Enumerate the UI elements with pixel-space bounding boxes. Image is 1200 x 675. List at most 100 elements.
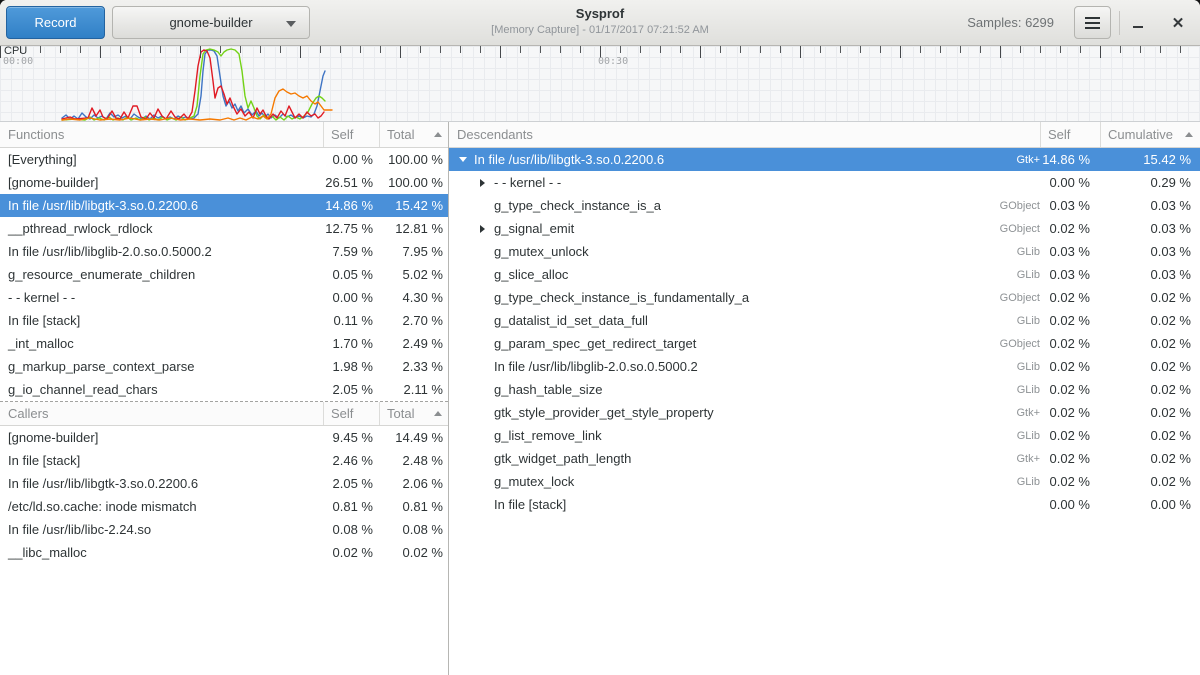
table-row[interactable]: - - kernel - - 0.00 % 0.29 %	[449, 171, 1200, 194]
minimize-button[interactable]	[1126, 13, 1150, 33]
window-subtitle: [Memory Capture] - 01/17/2017 07:21:52 A…	[320, 24, 880, 36]
total-value: 0.02 %	[379, 545, 448, 560]
table-row[interactable]: In file [stack] 0.11 % 2.70 %	[0, 309, 448, 332]
cumulative-value: 15.42 %	[1100, 152, 1200, 167]
table-row[interactable]: g_mutex_lock GLib 0.02 % 0.02 %	[449, 470, 1200, 493]
table-row[interactable]: g_datalist_id_set_data_full GLib 0.02 % …	[449, 309, 1200, 332]
library-tag: GLib	[945, 246, 1040, 258]
table-row[interactable]: In file [stack] 2.46 % 2.48 %	[0, 449, 448, 472]
descendant-name: In file /usr/lib/libglib-2.0.so.0.5000.2	[494, 359, 945, 374]
self-value: 0.11 %	[323, 313, 379, 328]
function-name: g_io_channel_read_chars	[0, 382, 323, 397]
table-row[interactable]: In file /usr/lib/libgtk-3.so.0.2200.6 Gt…	[449, 148, 1200, 171]
table-row[interactable]: _int_malloc 1.70 % 2.49 %	[0, 332, 448, 355]
self-value: 0.03 %	[1040, 267, 1100, 282]
table-row[interactable]: In file /usr/lib/libglib-2.0.so.0.5000.2…	[449, 355, 1200, 378]
table-row[interactable]: g_markup_parse_context_parse 1.98 % 2.33…	[0, 355, 448, 378]
table-row[interactable]: In file /usr/lib/libgtk-3.so.0.2200.6 2.…	[0, 472, 448, 495]
table-row[interactable]: g_type_check_instance_is_a GObject 0.03 …	[449, 194, 1200, 217]
time-label-start: 00:00	[3, 56, 33, 67]
self-value: 0.02 %	[1040, 221, 1100, 236]
library-tag: GLib	[945, 315, 1040, 327]
functions-column-header[interactable]: Functions	[0, 122, 323, 147]
table-row[interactable]: __libc_malloc 0.02 % 0.02 %	[0, 541, 448, 564]
total-value: 2.06 %	[379, 476, 448, 491]
menu-button[interactable]	[1074, 6, 1111, 39]
caller-name: In file [stack]	[0, 453, 323, 468]
total-column-header[interactable]: Total	[379, 122, 448, 147]
function-name: g_markup_parse_context_parse	[0, 359, 323, 374]
total-value: 12.81 %	[379, 221, 448, 236]
close-button[interactable]: ✕	[1166, 13, 1190, 33]
table-row[interactable]: g_io_channel_read_chars 2.05 % 2.11 %	[0, 378, 448, 401]
descendant-name: g_mutex_lock	[494, 474, 945, 489]
descendant-name: g_param_spec_get_redirect_target	[494, 336, 945, 351]
total-value: 4.30 %	[379, 290, 448, 305]
table-row[interactable]: g_type_check_instance_is_fundamentally_a…	[449, 286, 1200, 309]
callers-column-header[interactable]: Callers	[0, 402, 323, 425]
function-name: __pthread_rwlock_rdlock	[0, 221, 323, 236]
process-selector-label: gnome-builder	[169, 15, 252, 30]
descendant-name: g_mutex_unlock	[494, 244, 945, 259]
self-value: 0.05 %	[323, 267, 379, 282]
table-row[interactable]: gtk_style_provider_get_style_property Gt…	[449, 401, 1200, 424]
table-row[interactable]: g_mutex_unlock GLib 0.03 % 0.03 %	[449, 240, 1200, 263]
table-row[interactable]: - - kernel - - 0.00 % 4.30 %	[0, 286, 448, 309]
self-column-header[interactable]: Self	[323, 402, 379, 425]
table-row[interactable]: g_resource_enumerate_children 0.05 % 5.0…	[0, 263, 448, 286]
left-pane: Functions Self Total [Everything] 0.00 %…	[0, 122, 448, 675]
library-tag: GObject	[945, 223, 1040, 235]
table-row[interactable]: gtk_widget_path_length Gtk+ 0.02 % 0.02 …	[449, 447, 1200, 470]
table-row[interactable]: In file /usr/lib/libc-2.24.so 0.08 % 0.0…	[0, 518, 448, 541]
cumulative-column-header[interactable]: Cumulative	[1100, 122, 1200, 147]
expander-icon[interactable]	[475, 225, 490, 233]
library-tag: Gtk+	[945, 453, 1040, 465]
caller-name: In file /usr/lib/libgtk-3.so.0.2200.6	[0, 476, 323, 491]
table-row[interactable]: [gnome-builder] 26.51 % 100.00 %	[0, 171, 448, 194]
total-value: 2.49 %	[379, 336, 448, 351]
function-name: - - kernel - -	[0, 290, 323, 305]
table-row[interactable]: g_list_remove_link GLib 0.02 % 0.02 %	[449, 424, 1200, 447]
self-value: 7.59 %	[323, 244, 379, 259]
function-name: In file /usr/lib/libglib-2.0.so.0.5000.2	[0, 244, 323, 259]
record-button[interactable]: Record	[6, 6, 105, 39]
total-value: 0.81 %	[379, 499, 448, 514]
self-value: 2.46 %	[323, 453, 379, 468]
total-column-header[interactable]: Total	[379, 402, 448, 425]
cumulative-value: 0.02 %	[1100, 428, 1200, 443]
total-value: 5.02 %	[379, 267, 448, 282]
self-value: 0.02 %	[1040, 359, 1100, 374]
cpu-graph[interactable]: CPU 00:00 00:30	[0, 46, 1200, 122]
right-pane: Descendants Self Cumulative In file /usr…	[449, 122, 1200, 675]
table-row[interactable]: g_signal_emit GObject 0.02 % 0.03 %	[449, 217, 1200, 240]
expander-icon[interactable]	[475, 179, 490, 187]
table-row[interactable]: In file [stack] 0.00 % 0.00 %	[449, 493, 1200, 516]
hamburger-menu-icon	[1085, 17, 1100, 29]
self-value: 0.02 %	[1040, 451, 1100, 466]
table-row[interactable]: g_param_spec_get_redirect_target GObject…	[449, 332, 1200, 355]
cumulative-value: 0.02 %	[1100, 359, 1200, 374]
total-value: 100.00 %	[379, 152, 448, 167]
table-row[interactable]: [Everything] 0.00 % 100.00 %	[0, 148, 448, 171]
self-column-header[interactable]: Self	[1040, 122, 1100, 147]
table-row[interactable]: __pthread_rwlock_rdlock 12.75 % 12.81 %	[0, 217, 448, 240]
table-row[interactable]: In file /usr/lib/libglib-2.0.so.0.5000.2…	[0, 240, 448, 263]
process-selector-dropdown[interactable]: gnome-builder	[112, 6, 310, 39]
sort-ascending-icon	[1185, 132, 1193, 137]
descendant-name: gtk_style_provider_get_style_property	[494, 405, 945, 420]
self-value: 0.00 %	[323, 290, 379, 305]
sort-ascending-icon	[434, 411, 442, 416]
table-row[interactable]: In file /usr/lib/libgtk-3.so.0.2200.6 14…	[0, 194, 448, 217]
library-tag: GObject	[945, 292, 1040, 304]
self-value: 0.00 %	[323, 152, 379, 167]
descendants-column-header[interactable]: Descendants	[449, 122, 1040, 147]
table-row[interactable]: [gnome-builder] 9.45 % 14.49 %	[0, 426, 448, 449]
descendants-table: In file /usr/lib/libgtk-3.so.0.2200.6 Gt…	[449, 148, 1200, 516]
minimize-icon	[1133, 26, 1143, 28]
table-row[interactable]: g_hash_table_size GLib 0.02 % 0.02 %	[449, 378, 1200, 401]
sort-ascending-icon	[434, 132, 442, 137]
table-row[interactable]: g_slice_alloc GLib 0.03 % 0.03 %	[449, 263, 1200, 286]
expander-icon[interactable]	[455, 157, 470, 162]
table-row[interactable]: /etc/ld.so.cache: inode mismatch 0.81 % …	[0, 495, 448, 518]
self-column-header[interactable]: Self	[323, 122, 379, 147]
